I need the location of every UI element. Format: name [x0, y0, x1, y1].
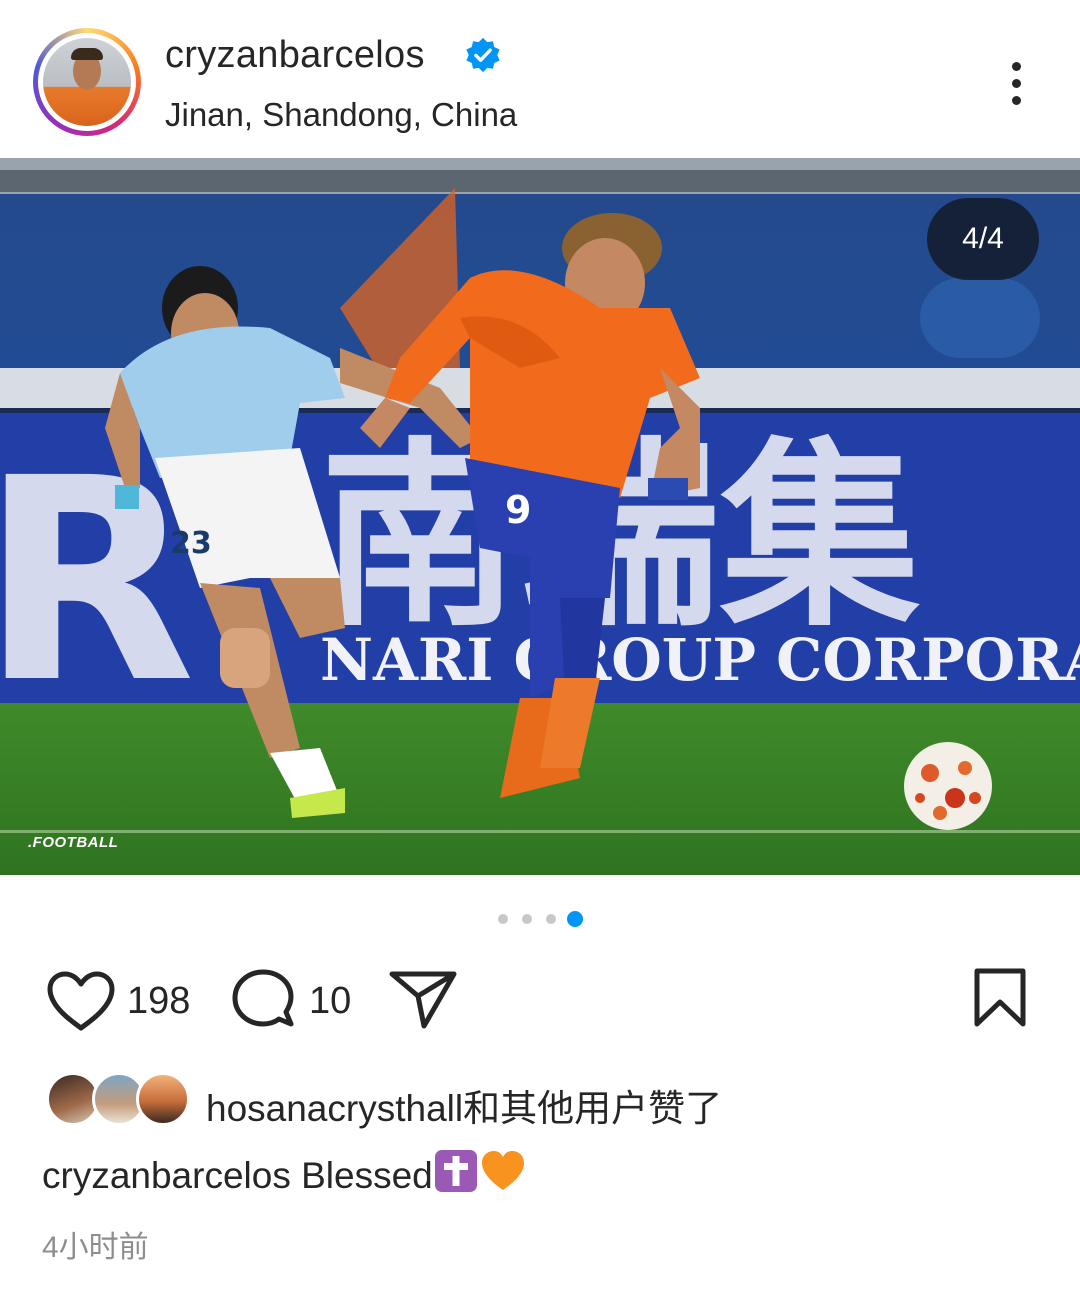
profile-avatar[interactable] — [33, 28, 141, 136]
caption-username[interactable]: cryzanbarcelos — [42, 1155, 291, 1196]
liked-by-suffix: 和其他用户赞了 — [463, 1088, 723, 1129]
liked-by-user[interactable]: hosanacrysthall — [206, 1088, 463, 1129]
svg-text:9: 9 — [505, 488, 531, 532]
carousel-dot — [522, 914, 532, 924]
svg-text:23: 23 — [170, 526, 212, 561]
more-options-icon[interactable] — [1000, 58, 1034, 110]
post-header: cryzanbarcelos Jinan, Shandong, China — [0, 0, 1080, 158]
post-image[interactable]: 南瑞集 R NARI GROUP CORPORA 23 9 4/4 .FOOTB… — [0, 158, 1080, 875]
avatar — [136, 1072, 190, 1126]
comments-count[interactable]: 10 — [309, 980, 351, 1023]
board-english-text: NARI GROUP CORPORA — [320, 626, 1080, 694]
post-timestamp: 4小时前 — [42, 1231, 149, 1264]
share-send-icon[interactable] — [388, 968, 458, 1030]
carousel-dot — [498, 914, 508, 924]
caption-text: Blessed — [301, 1155, 433, 1196]
image-counter: 4/4 — [927, 198, 1039, 280]
comment-icon[interactable] — [230, 968, 298, 1034]
orange-heart-icon — [479, 1148, 527, 1203]
avatar-image — [43, 38, 131, 126]
liked-by-text[interactable]: hosanacrysthall和其他用户赞了 — [206, 1078, 722, 1132]
verified-badge-icon — [466, 37, 500, 73]
match-photo: 南瑞集 R NARI GROUP CORPORA 23 9 — [0, 158, 1080, 875]
liked-by-avatars[interactable] — [46, 1072, 190, 1128]
cross-emoji-icon — [433, 1148, 479, 1203]
football — [904, 742, 992, 830]
username[interactable]: cryzanbarcelos — [165, 34, 425, 77]
watermark: .FOOTBALL — [28, 834, 119, 851]
post-caption: cryzanbarcelos Blessed — [42, 1148, 527, 1203]
like-heart-icon[interactable] — [46, 970, 116, 1032]
carousel-dot-active — [567, 911, 583, 927]
likes-count[interactable]: 198 — [127, 980, 190, 1023]
bookmark-icon[interactable] — [972, 966, 1028, 1030]
location-label[interactable]: Jinan, Shandong, China — [165, 96, 517, 134]
carousel-dot — [546, 914, 556, 924]
